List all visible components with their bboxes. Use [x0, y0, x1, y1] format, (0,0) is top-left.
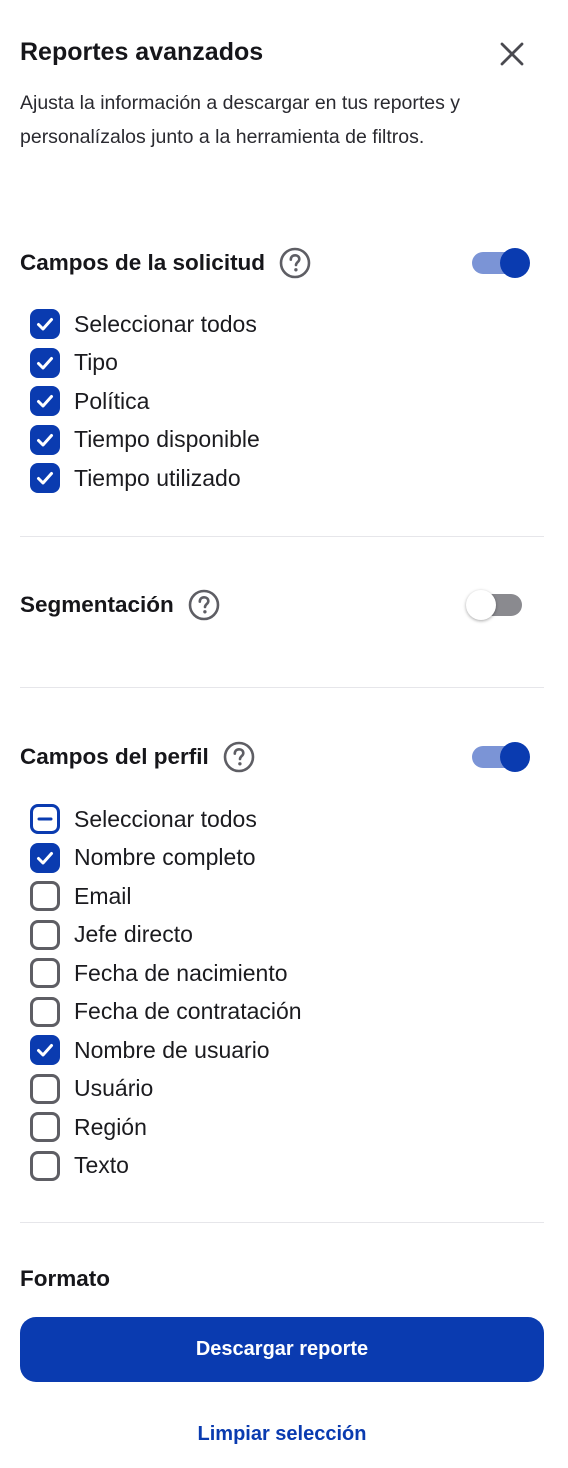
divider	[20, 1222, 544, 1223]
checkbox-unchecked-icon[interactable]	[30, 1073, 60, 1104]
section-title: Campos de la solicitud	[20, 250, 266, 275]
checkbox-item[interactable]: Jefe directo	[30, 916, 530, 955]
panel-header: Reportes avanzados	[20, 34, 544, 74]
request-fields-toggle[interactable]	[470, 248, 530, 278]
checkbox-item[interactable]: Email	[30, 877, 530, 916]
profile-fields-toggle[interactable]	[470, 742, 530, 772]
panel-title: Reportes avanzados	[20, 38, 264, 66]
checkbox-checked-icon[interactable]	[30, 1035, 60, 1066]
checkbox-label: Nombre completo	[74, 844, 256, 871]
checkbox-checked-icon[interactable]	[30, 386, 60, 417]
checkbox-checked-icon[interactable]	[30, 347, 60, 378]
divider	[20, 687, 544, 688]
checkbox-item[interactable]: Seleccionar todos	[30, 800, 530, 839]
section-title: Segmentación	[20, 592, 174, 617]
segmentation-toggle[interactable]	[466, 590, 526, 620]
checkbox-item[interactable]: Política	[30, 382, 530, 421]
checkbox-checked-icon[interactable]	[30, 424, 60, 455]
checkbox-unchecked-icon[interactable]	[30, 881, 60, 912]
section-request-fields: Campos de la solicitud	[20, 243, 544, 283]
checkbox-indeterminate-icon[interactable]	[30, 804, 60, 835]
checkbox-item[interactable]: Nombre de usuario	[30, 1031, 530, 1070]
help-circle-icon[interactable]	[188, 589, 220, 621]
checkbox-label: Política	[74, 387, 150, 414]
checkbox-checked-icon[interactable]	[30, 842, 60, 873]
checkbox-item[interactable]: Seleccionar todos	[30, 305, 530, 344]
checkbox-checked-icon[interactable]	[30, 309, 60, 340]
divider	[20, 536, 544, 537]
checkbox-item[interactable]: Usuário	[30, 1070, 530, 1109]
help-circle-icon[interactable]	[279, 247, 311, 279]
section-title: Campos del perfil	[20, 744, 209, 769]
section-segmentation: Segmentación	[20, 585, 544, 625]
request-fields-list: Seleccionar todos Tipo Política Tiempo disp…	[30, 305, 530, 498]
checkbox-label: Fecha de nacimiento	[74, 959, 288, 986]
checkbox-label: Tipo	[74, 349, 118, 376]
checkbox-unchecked-icon[interactable]	[30, 919, 60, 950]
help-circle-icon[interactable]	[223, 741, 255, 773]
section-profile-fields: Campos del perfil	[20, 737, 544, 777]
checkbox-unchecked-icon[interactable]	[30, 996, 60, 1027]
checkbox-unchecked-icon[interactable]	[30, 958, 60, 989]
checkbox-item[interactable]: Texto	[30, 1147, 530, 1186]
checkbox-label: Usuário	[74, 1075, 154, 1102]
checkbox-label: Jefe directo	[74, 921, 193, 948]
checkbox-label: Seleccionar todos	[74, 310, 257, 337]
format-label: Formato	[20, 1266, 110, 1291]
download-report-button[interactable]: Descargar reporte	[20, 1317, 544, 1382]
checkbox-label: Seleccionar todos	[74, 805, 257, 832]
checkbox-label: Fecha de contratación	[74, 998, 302, 1025]
checkbox-item[interactable]: Tiempo disponible	[30, 421, 530, 460]
checkbox-label: Email	[74, 882, 132, 909]
checkbox-label: Texto	[74, 1152, 129, 1179]
checkbox-label: Región	[74, 1113, 147, 1140]
profile-fields-list: Seleccionar todos Nombre completo Email Jef…	[30, 800, 530, 1185]
checkbox-item[interactable]: Fecha de nacimiento	[30, 954, 530, 993]
checkbox-item[interactable]: Tipo	[30, 344, 530, 383]
checkbox-item[interactable]: Región	[30, 1108, 530, 1147]
checkbox-unchecked-icon[interactable]	[30, 1112, 60, 1143]
checkbox-checked-icon[interactable]	[30, 463, 60, 494]
close-icon[interactable]	[498, 40, 526, 68]
checkbox-label: Tiempo disponible	[74, 426, 260, 453]
checkbox-item[interactable]: Nombre completo	[30, 839, 530, 878]
checkbox-item[interactable]: Tiempo utilizado	[30, 459, 530, 498]
panel-subtitle: Ajusta la información a descargar en tus…	[20, 92, 461, 148]
checkbox-label: Tiempo utilizado	[74, 464, 241, 491]
checkbox-unchecked-icon[interactable]	[30, 1150, 60, 1181]
checkbox-item[interactable]: Fecha de contratación	[30, 993, 530, 1032]
clear-selection-button[interactable]: Limpiar selección	[20, 1416, 544, 1452]
checkbox-label: Nombre de usuario	[74, 1036, 270, 1063]
